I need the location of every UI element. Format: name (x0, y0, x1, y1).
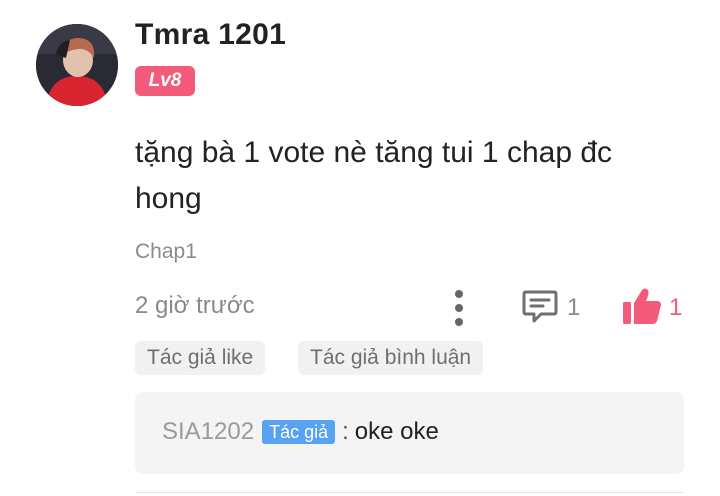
avatar[interactable] (36, 24, 118, 106)
comment-text: tặng bà 1 vote nè tăng tui 1 chap đc hon… (135, 136, 613, 215)
more-dot (455, 318, 463, 326)
author-liked-tag: Tác giả like (135, 341, 266, 375)
divider (135, 492, 684, 493)
avatar-image (36, 24, 118, 106)
reply-username[interactable]: SIA1202 (162, 418, 254, 446)
author-badge: Tác giả (262, 420, 336, 444)
username[interactable]: Tmra 1201 (135, 18, 286, 52)
more-dot (455, 304, 463, 312)
more-dot (455, 290, 463, 298)
timestamp: 2 giờ trước (135, 292, 255, 319)
more-vertical-icon[interactable] (452, 290, 466, 326)
reply-count: 1 (567, 294, 581, 321)
thumbs-up-icon[interactable] (621, 286, 663, 326)
chapter-label[interactable]: Chap1 (135, 240, 197, 264)
level-badge: Lv8 (135, 66, 195, 96)
comment-bubble-icon[interactable] (521, 288, 559, 326)
reply-text: oke oke (354, 418, 439, 445)
reply-line: SIA1202 Tác giả : oke oke (162, 418, 439, 446)
like-count: 1 (669, 294, 683, 321)
author-commented-tag: Tác giả bình luận (298, 341, 484, 375)
reply-separator: : (342, 418, 349, 445)
reply-box[interactable]: SIA1202 Tác giả : oke oke (135, 392, 684, 474)
